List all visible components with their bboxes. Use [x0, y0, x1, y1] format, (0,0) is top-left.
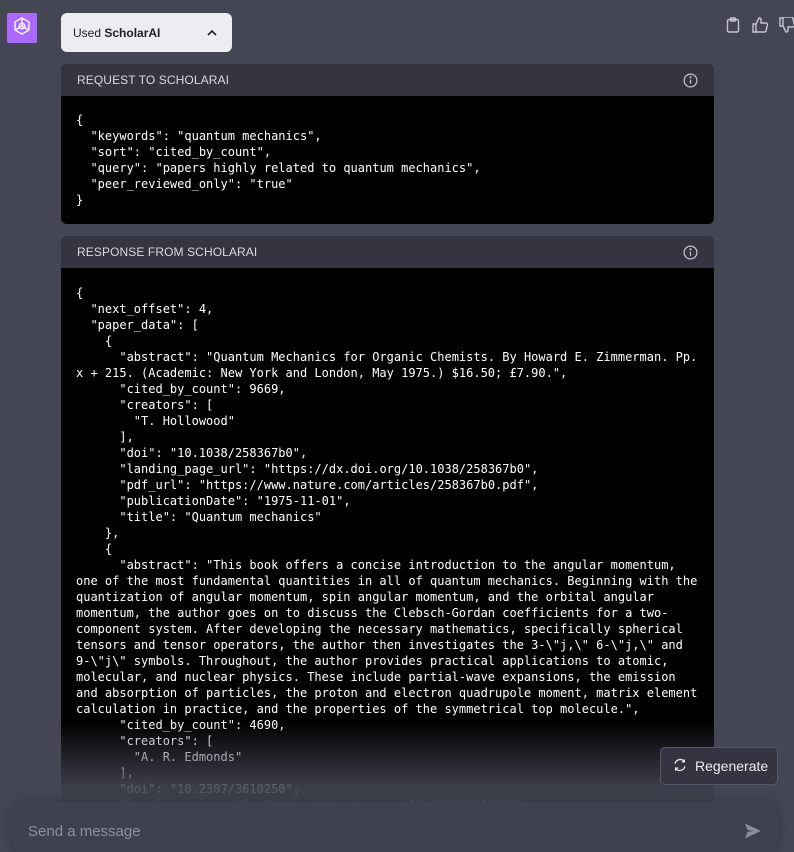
- clipboard-icon[interactable]: [724, 16, 742, 34]
- response-panel-header: RESPONSE FROM SCHOLARAI: [61, 236, 714, 268]
- refresh-icon: [673, 758, 687, 775]
- message-actions: [724, 16, 794, 34]
- thumbs-down-icon[interactable]: [778, 16, 794, 34]
- request-panel-title: REQUEST TO SCHOLARAI: [77, 73, 230, 87]
- plugin-used-label: Used ScholarAI: [73, 25, 161, 40]
- chevron-up-icon: [206, 27, 218, 39]
- openai-logo-icon: [11, 15, 33, 42]
- response-json: { "next_offset": 4, "paper_data": [ { "a…: [76, 286, 698, 812]
- info-icon[interactable]: [683, 245, 698, 260]
- message-composer: [12, 802, 778, 852]
- regenerate-label: Regenerate: [695, 758, 769, 774]
- request-json: { "keywords": "quantum mechanics", "sort…: [76, 113, 481, 207]
- info-icon[interactable]: [683, 73, 698, 88]
- plugin-used-toggle[interactable]: Used ScholarAI: [61, 13, 232, 52]
- regenerate-button[interactable]: Regenerate: [660, 747, 778, 785]
- response-panel-title: RESPONSE FROM SCHOLARAI: [77, 245, 258, 259]
- request-panel: REQUEST TO SCHOLARAI { "keywords": "quan…: [61, 64, 714, 224]
- thumbs-up-icon[interactable]: [751, 16, 769, 34]
- message-input[interactable]: [28, 822, 744, 840]
- request-panel-header: REQUEST TO SCHOLARAI: [61, 64, 714, 96]
- send-icon[interactable]: [744, 822, 762, 840]
- assistant-avatar: [7, 13, 37, 43]
- response-panel: RESPONSE FROM SCHOLARAI { "next_offset":…: [61, 236, 714, 816]
